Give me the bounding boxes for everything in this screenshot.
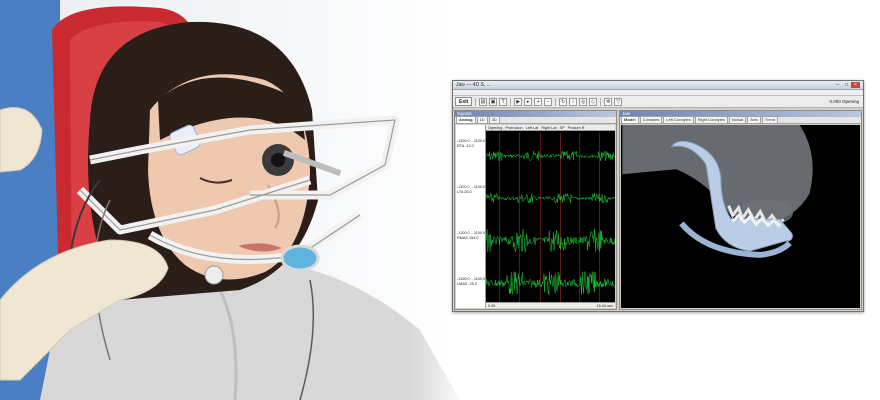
emg-plot[interactable]: Opening Protrusion Left Lat Right Lat SP… — [486, 125, 615, 308]
signals-tabs: Analog 1D 3D — [455, 116, 616, 124]
time-start: 0.00 — [488, 304, 496, 308]
time-end: 16.44 sec — [596, 304, 613, 308]
toolbar-separator — [510, 97, 512, 106]
print-icon[interactable]: ▤ — [479, 97, 488, 106]
channel-value: -12.0 — [465, 143, 474, 148]
maximize-button[interactable]: □ — [842, 82, 851, 88]
sensor-lens — [271, 153, 285, 167]
tab-left-condyles[interactable]: Left Condyles — [663, 116, 694, 123]
jaw-pane: Jaw Model Condyles Left Condyles Right C… — [619, 110, 862, 310]
photo-patient-jaw-tracking — [0, 0, 470, 400]
event-tab[interactable]: Right Lat — [540, 125, 557, 130]
zoom-in-icon[interactable]: + — [534, 97, 543, 106]
window-title: Jaw — 4D S. ... — [456, 82, 491, 88]
save-icon[interactable]: ▣ — [489, 97, 498, 106]
play-icon[interactable]: ▶ — [514, 97, 523, 106]
jaw-tracking-software-window: Jaw — 4D S. ... – □ × Exit ▤ ▣ T ▶ ▸ + −… — [452, 80, 864, 312]
toolbar-separator — [555, 97, 557, 106]
tab-condyles[interactable]: Condyles — [639, 116, 663, 123]
tab-axis[interactable]: Axis — [747, 116, 761, 123]
emg-trace-rta — [486, 150, 615, 162]
tab-model[interactable]: Model — [621, 116, 639, 123]
channel-name: RMAS — [457, 235, 468, 240]
emg-trace-lta — [486, 192, 615, 205]
step-icon[interactable]: ▸ — [524, 97, 533, 106]
panes: Signals Analog 1D 3D -1100.0 .. 1100.0 u… — [453, 109, 863, 311]
jaw-model-svg — [622, 125, 813, 258]
tab-right-condyles[interactable]: Right Condyles — [694, 116, 728, 123]
minimize-button[interactable]: – — [833, 82, 842, 88]
gear-icon[interactable]: ✲ — [604, 97, 613, 106]
tooth-icon[interactable]: ◇ — [589, 97, 598, 106]
rotate-icon[interactable]: ↻ — [559, 97, 568, 106]
event-tab[interactable]: Prosum R — [567, 125, 586, 130]
status-readout: 0.000 Opening — [829, 99, 859, 104]
jaw-3d-view[interactable] — [621, 125, 860, 308]
event-tab[interactable]: SP — [559, 125, 566, 130]
teeth-view-icon[interactable]: ◎ — [579, 97, 588, 106]
filter-icon[interactable]: ▽ — [614, 97, 623, 106]
emg-area: -1100.0 .. 1100.0 uV RTA -12.0 -1100.0 .… — [456, 125, 615, 308]
frame-knob — [204, 265, 224, 285]
tab-analog[interactable]: Analog — [456, 116, 476, 123]
close-button[interactable]: × — [851, 82, 860, 88]
emg-trace-rmas — [486, 228, 615, 253]
tab-trend[interactable]: Trend — [761, 116, 779, 123]
event-tabs: Opening Protrusion Left Lat Right Lat SP… — [486, 125, 615, 131]
toolbar-separator — [600, 97, 602, 106]
channel-name: LMAS — [457, 281, 468, 286]
tab-incisal[interactable]: Incisal — [728, 116, 747, 123]
channel-labels: -1100.0 .. 1100.0 uV RTA -12.0 -1100.0 .… — [456, 125, 491, 308]
skull-view-icon[interactable]: ○ — [569, 97, 578, 106]
emg-trace-lmas — [486, 271, 615, 295]
channel-value: 154.0 — [469, 235, 479, 240]
photo-illustration — [0, 0, 460, 400]
event-tab[interactable]: Left Lat — [525, 125, 540, 130]
emg-signal-svg — [486, 132, 615, 303]
zoom-out-icon[interactable]: − — [544, 97, 553, 106]
signals-pane: Signals Analog 1D 3D -1100.0 .. 1100.0 u… — [454, 110, 617, 310]
toolbar: Exit ▤ ▣ T ▶ ▸ + − ↻ ○ ◎ ◇ ✲ ▽ 0.000 Ope… — [453, 96, 863, 108]
text-icon[interactable]: T — [499, 97, 508, 106]
event-tab[interactable]: Opening — [487, 125, 503, 130]
channel-value: -25.0 — [468, 281, 478, 286]
exit-button[interactable]: Exit — [455, 97, 473, 106]
toolbar-separator — [475, 97, 477, 106]
channel-name: RTA — [457, 143, 465, 148]
jaw-tabs: Model Condyles Left Condyles Right Condy… — [620, 116, 861, 124]
event-tab[interactable]: Protrusion — [504, 125, 523, 130]
time-axis: 0.00 16.44 sec — [486, 302, 615, 308]
channel-value: 25.0 — [464, 189, 472, 194]
window-titlebar: Jaw — 4D S. ... – □ × — [453, 81, 863, 90]
channel-name: LTA — [457, 189, 464, 194]
tab-3d[interactable]: 3D — [488, 116, 500, 123]
tab-1d[interactable]: 1D — [476, 116, 488, 123]
chin-marker — [280, 244, 320, 272]
